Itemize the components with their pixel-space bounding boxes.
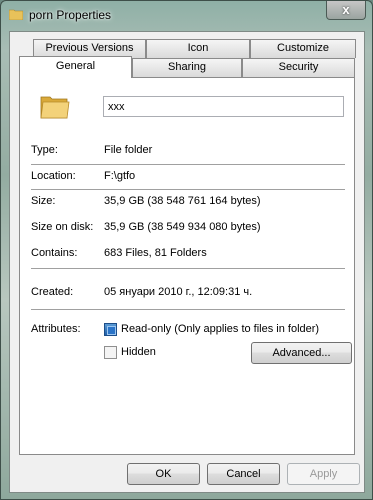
title-bar[interactable]: porn Properties x xyxy=(1,1,372,31)
tab-security[interactable]: Security xyxy=(242,58,355,77)
close-button[interactable]: x xyxy=(326,1,366,20)
tab-customize[interactable]: Customize xyxy=(250,39,356,58)
size-label: Size: xyxy=(31,195,56,207)
readonly-label[interactable]: Read-only (Only applies to files in fold… xyxy=(121,323,319,335)
type-value: File folder xyxy=(104,144,153,156)
apply-button[interactable]: Apply xyxy=(287,463,360,485)
properties-window: porn Properties x Previous Versions Icon… xyxy=(0,0,373,500)
folder-name-input[interactable] xyxy=(103,96,344,117)
window-title: porn Properties xyxy=(29,8,112,22)
folder-icon xyxy=(9,9,23,20)
tab-sharing[interactable]: Sharing xyxy=(132,58,242,77)
location-value: F:\gtfo xyxy=(104,170,136,182)
ok-button[interactable]: OK xyxy=(127,463,200,485)
readonly-checkbox[interactable] xyxy=(104,323,117,336)
separator xyxy=(31,189,345,190)
separator xyxy=(31,164,345,165)
hidden-checkbox[interactable] xyxy=(104,346,117,359)
created-value: 05 януари 2010 г., 12:09:31 ч. xyxy=(104,286,253,298)
contains-value: 683 Files, 81 Folders xyxy=(104,247,207,259)
advanced-button[interactable]: Advanced... xyxy=(251,342,352,364)
separator xyxy=(31,309,345,310)
size-value: 35,9 GB (38 548 761 164 bytes) xyxy=(104,195,261,207)
attributes-label: Attributes: xyxy=(31,323,81,335)
contains-label: Contains: xyxy=(31,247,78,259)
cancel-button[interactable]: Cancel xyxy=(207,463,280,485)
tab-icon[interactable]: Icon xyxy=(146,39,250,58)
tab-general[interactable]: General xyxy=(19,56,132,78)
general-panel: Type: File folder Location: F:\gtfo Size… xyxy=(19,77,355,455)
hidden-label[interactable]: Hidden xyxy=(121,346,156,358)
separator xyxy=(31,268,345,269)
created-label: Created: xyxy=(31,286,74,298)
size-on-disk-label: Size on disk: xyxy=(31,221,94,233)
type-label: Type: xyxy=(31,144,58,156)
size-on-disk-value: 35,9 GB (38 549 934 080 bytes) xyxy=(104,221,261,233)
dialog-client: Previous Versions Icon Customize General… xyxy=(9,31,365,493)
location-label: Location: xyxy=(31,170,76,182)
folder-icon xyxy=(40,96,70,119)
